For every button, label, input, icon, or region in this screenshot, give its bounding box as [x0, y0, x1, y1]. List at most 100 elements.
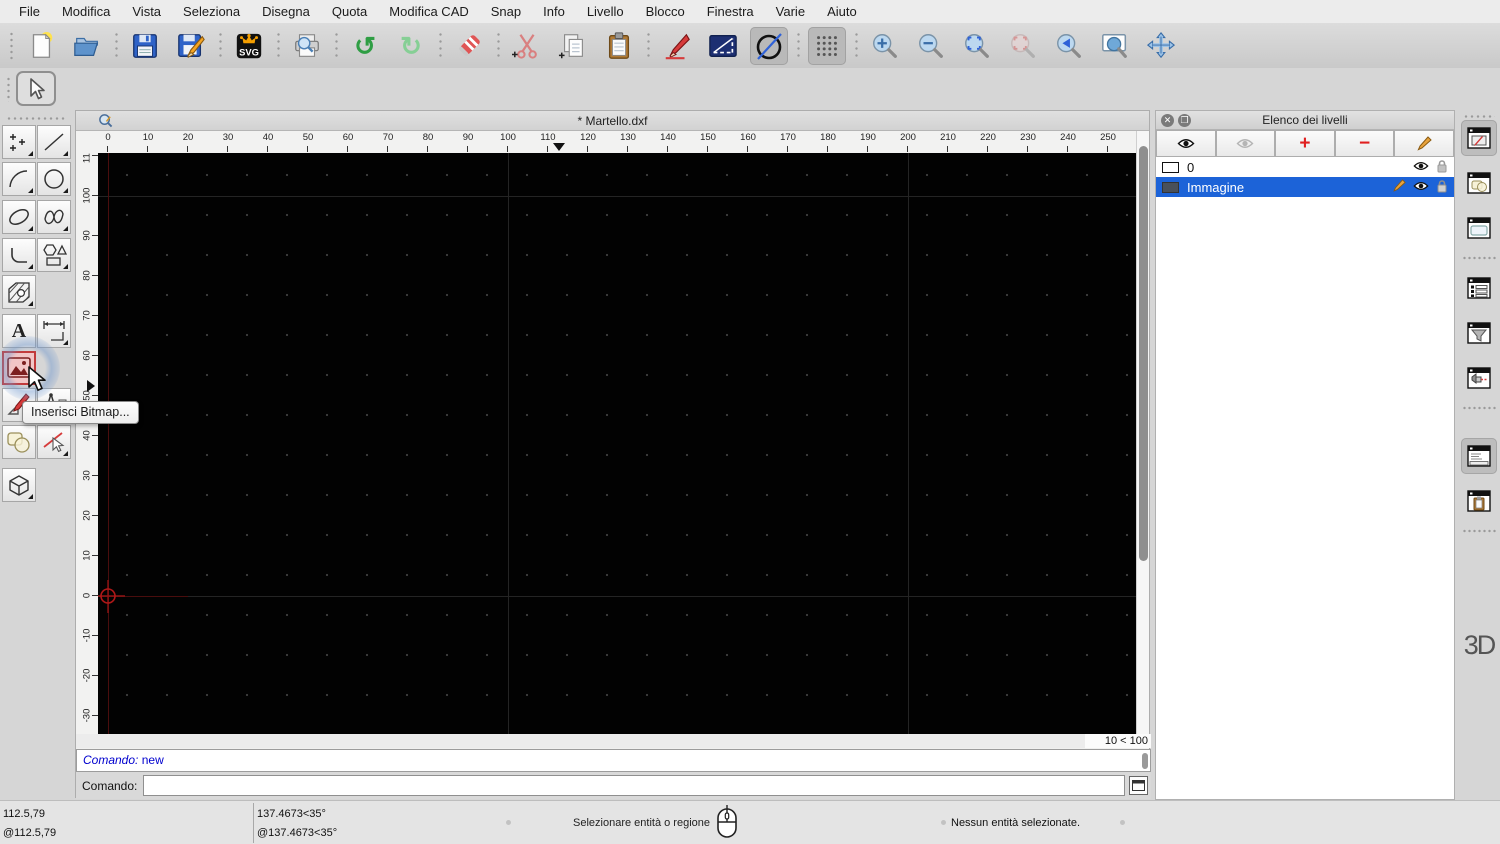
- list-panel-toggle-button[interactable]: [1461, 270, 1497, 306]
- menu-item[interactable]: Livello: [576, 0, 635, 23]
- ruler-tick: 190: [848, 132, 888, 152]
- redo-button[interactable]: ↻: [392, 27, 430, 65]
- dock-drag-handle[interactable]: [1463, 114, 1495, 119]
- menu-item[interactable]: Modifica CAD: [378, 0, 479, 23]
- add-layer-button[interactable]: +: [1275, 130, 1335, 157]
- view-panel-toggle-button[interactable]: [1461, 360, 1497, 396]
- hatch-tool-button[interactable]: [2, 275, 36, 309]
- ruler-tick: 80: [408, 132, 448, 152]
- circle-tool-button[interactable]: [37, 162, 71, 196]
- menu-item[interactable]: Blocco: [635, 0, 696, 23]
- undo-button[interactable]: ↺: [346, 27, 384, 65]
- arc-tool-button[interactable]: [2, 162, 36, 196]
- grid-toggle-button[interactable]: [808, 26, 846, 65]
- document-title-bar[interactable]: * Martello.dxf: [76, 111, 1149, 131]
- menu-item[interactable]: Seleziona: [172, 0, 251, 23]
- dock-separator: [1462, 529, 1496, 533]
- menu-item[interactable]: Modifica: [51, 0, 121, 23]
- spline-tool-button[interactable]: [37, 200, 71, 234]
- menu-item[interactable]: Snap: [480, 0, 532, 23]
- toolbar-drag-handle[interactable]: [6, 76, 11, 102]
- layer-visible-icon[interactable]: [1413, 180, 1429, 192]
- save-button[interactable]: [126, 27, 164, 65]
- show-all-layers-button[interactable]: [1156, 130, 1216, 157]
- trim-tool-button[interactable]: [37, 425, 71, 459]
- command-detach-button[interactable]: [1129, 776, 1149, 795]
- vertical-scrollbar-thumb[interactable]: [1139, 146, 1148, 561]
- drawing-canvas[interactable]: [98, 153, 1138, 734]
- erase-button[interactable]: [450, 27, 488, 65]
- cut-scissors-icon: [512, 33, 537, 59]
- vertical-scrollbar[interactable]: [1136, 131, 1149, 734]
- layer-panel-toolbar: + −: [1156, 130, 1454, 157]
- svg-export-button[interactable]: SVG: [230, 27, 268, 65]
- history-scrollbar-thumb[interactable]: [1142, 753, 1148, 769]
- command-panel-toggle-button[interactable]: [1461, 438, 1497, 474]
- zoom-auto-button[interactable]: [958, 27, 996, 65]
- ruler-tick: -30: [76, 696, 98, 734]
- relative-polar-coordinate: @137.4673<35°: [257, 827, 338, 839]
- new-file-button[interactable]: [22, 27, 60, 65]
- menu-item[interactable]: Finestra: [696, 0, 765, 23]
- text-tool-button[interactable]: A: [2, 314, 36, 348]
- menu-item[interactable]: File: [8, 0, 51, 23]
- edit-layer-button[interactable]: [1394, 130, 1454, 157]
- 3d-dock-label[interactable]: 3D: [1461, 630, 1497, 661]
- zoom-selection-button[interactable]: [1004, 27, 1042, 65]
- layer-panel-toggle-button[interactable]: [1461, 120, 1497, 156]
- remove-layer-button[interactable]: −: [1334, 130, 1395, 157]
- layer-lock-icon[interactable]: [1436, 159, 1448, 173]
- ortho-restriction-button[interactable]: [704, 27, 742, 65]
- selection-tool-button[interactable]: [16, 71, 56, 106]
- draw-pencil-button[interactable]: [658, 27, 696, 65]
- paste-button[interactable]: [600, 27, 638, 65]
- horizontal-scrollbar[interactable]: 10 < 100: [76, 734, 1151, 748]
- command-input[interactable]: [143, 775, 1126, 796]
- zoom-previous-button[interactable]: [1050, 27, 1088, 65]
- layer-lock-icon[interactable]: [1436, 179, 1448, 193]
- zoom-window-button[interactable]: [1096, 27, 1134, 65]
- cut-button[interactable]: [508, 27, 546, 65]
- copy-button[interactable]: [554, 27, 592, 65]
- dimension-tool-button[interactable]: [37, 314, 71, 348]
- solids-3d-tool-button[interactable]: [2, 468, 36, 502]
- zoom-in-button[interactable]: [866, 27, 904, 65]
- open-file-button[interactable]: [68, 27, 106, 65]
- command-input-row: Comando:: [76, 772, 1151, 799]
- statusbar-dot: [506, 820, 511, 825]
- property-panel-toggle-button[interactable]: [1461, 210, 1497, 246]
- layer-row-0[interactable]: 0: [1156, 157, 1454, 177]
- block-tool-button[interactable]: [2, 425, 36, 459]
- menu-item[interactable]: Aiuto: [816, 0, 868, 23]
- selection-filter-toggle-button[interactable]: [1461, 315, 1497, 351]
- ruler-tick: 210: [928, 132, 968, 152]
- clipboard-panel-toggle-button[interactable]: [1461, 483, 1497, 519]
- hide-all-layers-button[interactable]: [1215, 130, 1276, 157]
- palette-drag-handle[interactable]: [6, 116, 66, 121]
- layer-visible-icon[interactable]: [1413, 160, 1429, 172]
- eraser-icon: [459, 34, 480, 56]
- tooltip-text: Inserisci Bitmap...: [31, 405, 130, 419]
- menu-item[interactable]: Varie: [765, 0, 816, 23]
- float-panel-icon[interactable]: ❐: [1178, 114, 1191, 127]
- layer-edit-pencil-icon[interactable]: [1392, 179, 1406, 193]
- toolbar-drag-handle[interactable]: [8, 30, 14, 61]
- menu-item[interactable]: Vista: [121, 0, 172, 23]
- shapes-tool-button[interactable]: [37, 238, 71, 272]
- print-preview-button[interactable]: [288, 27, 326, 65]
- save-as-button[interactable]: [172, 27, 210, 65]
- command-history: Comando: new: [76, 749, 1151, 772]
- restriction-off-button[interactable]: [750, 26, 788, 65]
- points-tool-button[interactable]: [2, 125, 36, 159]
- menu-item[interactable]: Disegna: [251, 0, 321, 23]
- ellipse-tool-button[interactable]: [2, 200, 36, 234]
- line-tool-button[interactable]: [37, 125, 71, 159]
- close-icon[interactable]: ✕: [1161, 114, 1174, 127]
- layer-row-immagine[interactable]: Immagine: [1156, 177, 1454, 197]
- menu-item[interactable]: Info: [532, 0, 576, 23]
- zoom-out-button[interactable]: [912, 27, 950, 65]
- zoom-pan-button[interactable]: [1142, 27, 1180, 65]
- menu-item[interactable]: Quota: [321, 0, 378, 23]
- block-panel-toggle-button[interactable]: [1461, 165, 1497, 201]
- polyline-tool-button[interactable]: [2, 238, 36, 272]
